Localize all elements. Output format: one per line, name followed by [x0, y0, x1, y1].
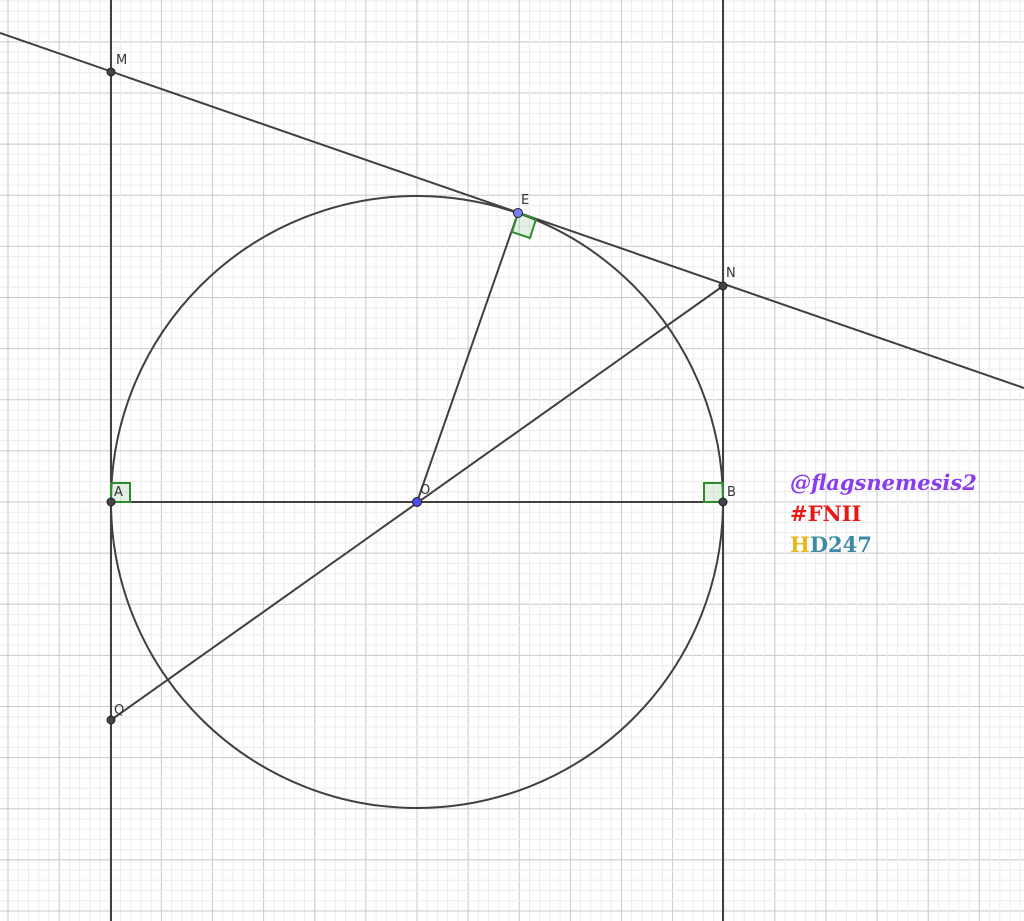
point-e[interactable]: [513, 208, 523, 218]
point-b[interactable]: [718, 497, 728, 507]
point-n[interactable]: [718, 281, 728, 291]
point-label-b: B: [727, 485, 736, 500]
watermark-handle: @flagsnemesis2: [790, 470, 977, 495]
point-label-e: E: [521, 193, 529, 208]
point-m[interactable]: [106, 67, 116, 77]
point-label-a: A: [114, 485, 123, 500]
point-label-n: N: [726, 266, 736, 281]
watermark-tag: #FNII: [790, 501, 862, 526]
point-label-q: Q: [114, 703, 124, 718]
grid: [0, 0, 1024, 921]
point-label-o: O: [420, 483, 430, 498]
drawing: M E N A O B Q: [0, 0, 1024, 921]
geometry-canvas[interactable]: M E N A O B Q @flagsnemesis2 #FNII HD247: [0, 0, 1024, 921]
point-label-m: M: [116, 53, 127, 68]
watermark-code: HD247: [790, 532, 872, 557]
point-o[interactable]: [412, 497, 422, 507]
